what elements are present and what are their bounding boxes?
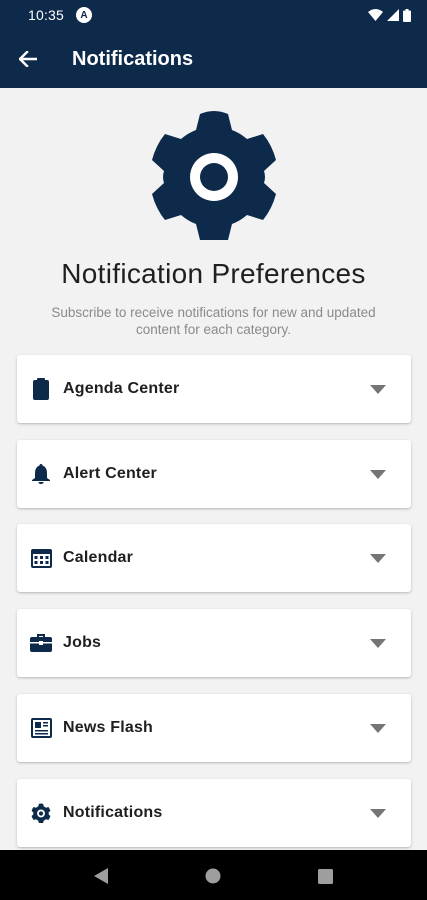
recents-square-icon[interactable] xyxy=(316,867,334,885)
category-label: Agenda Center xyxy=(63,380,180,397)
category-label: Alert Center xyxy=(63,465,157,482)
page-title: Notifications xyxy=(72,47,194,70)
home-circle-icon[interactable] xyxy=(204,867,222,885)
back-triangle-icon[interactable] xyxy=(92,867,110,885)
arrow-left-icon xyxy=(19,51,37,67)
calendar-icon xyxy=(30,547,52,569)
signal-icon xyxy=(387,9,399,21)
newspaper-icon xyxy=(30,717,52,739)
preferences-subtitle: Subscribe to receive notifications for n… xyxy=(51,305,376,337)
gear-icon xyxy=(152,111,276,240)
gear-icon xyxy=(30,802,52,824)
system-nav-bar xyxy=(0,850,427,900)
bell-icon xyxy=(30,463,52,485)
briefcase-icon xyxy=(30,632,52,654)
app-bar: Notifications xyxy=(0,30,427,88)
category-jobs[interactable]: Jobs xyxy=(17,609,411,677)
preferences-heading: Notification Preferences xyxy=(61,258,366,289)
category-alert-center[interactable]: Alert Center xyxy=(17,440,411,508)
chevron-down-icon xyxy=(369,723,387,733)
category-calendar[interactable]: Calendar xyxy=(17,524,411,592)
chevron-down-icon xyxy=(369,553,387,563)
category-agenda-center[interactable]: Agenda Center xyxy=(17,355,411,423)
status-bar: 10:35 A xyxy=(0,0,427,30)
status-icons xyxy=(368,8,411,22)
chevron-down-icon xyxy=(369,469,387,479)
chevron-down-icon xyxy=(369,808,387,818)
chevron-down-icon xyxy=(369,638,387,648)
category-label: Notifications xyxy=(63,804,163,821)
category-label: Jobs xyxy=(63,634,102,651)
category-notifications[interactable]: Notifications xyxy=(17,779,411,847)
category-label: News Flash xyxy=(63,719,154,736)
status-time: 10:35 xyxy=(28,7,65,23)
wifi-icon xyxy=(368,9,383,21)
chevron-down-icon xyxy=(369,384,387,394)
category-label: Calendar xyxy=(63,549,134,566)
clipboard-icon xyxy=(30,378,52,400)
battery-icon xyxy=(403,8,411,22)
status-app-badge: A xyxy=(76,7,93,23)
category-news-flash[interactable]: News Flash xyxy=(17,694,411,762)
main-content[interactable]: Notification Preferences Subscribe to re… xyxy=(0,88,427,850)
back-button[interactable] xyxy=(0,30,56,88)
